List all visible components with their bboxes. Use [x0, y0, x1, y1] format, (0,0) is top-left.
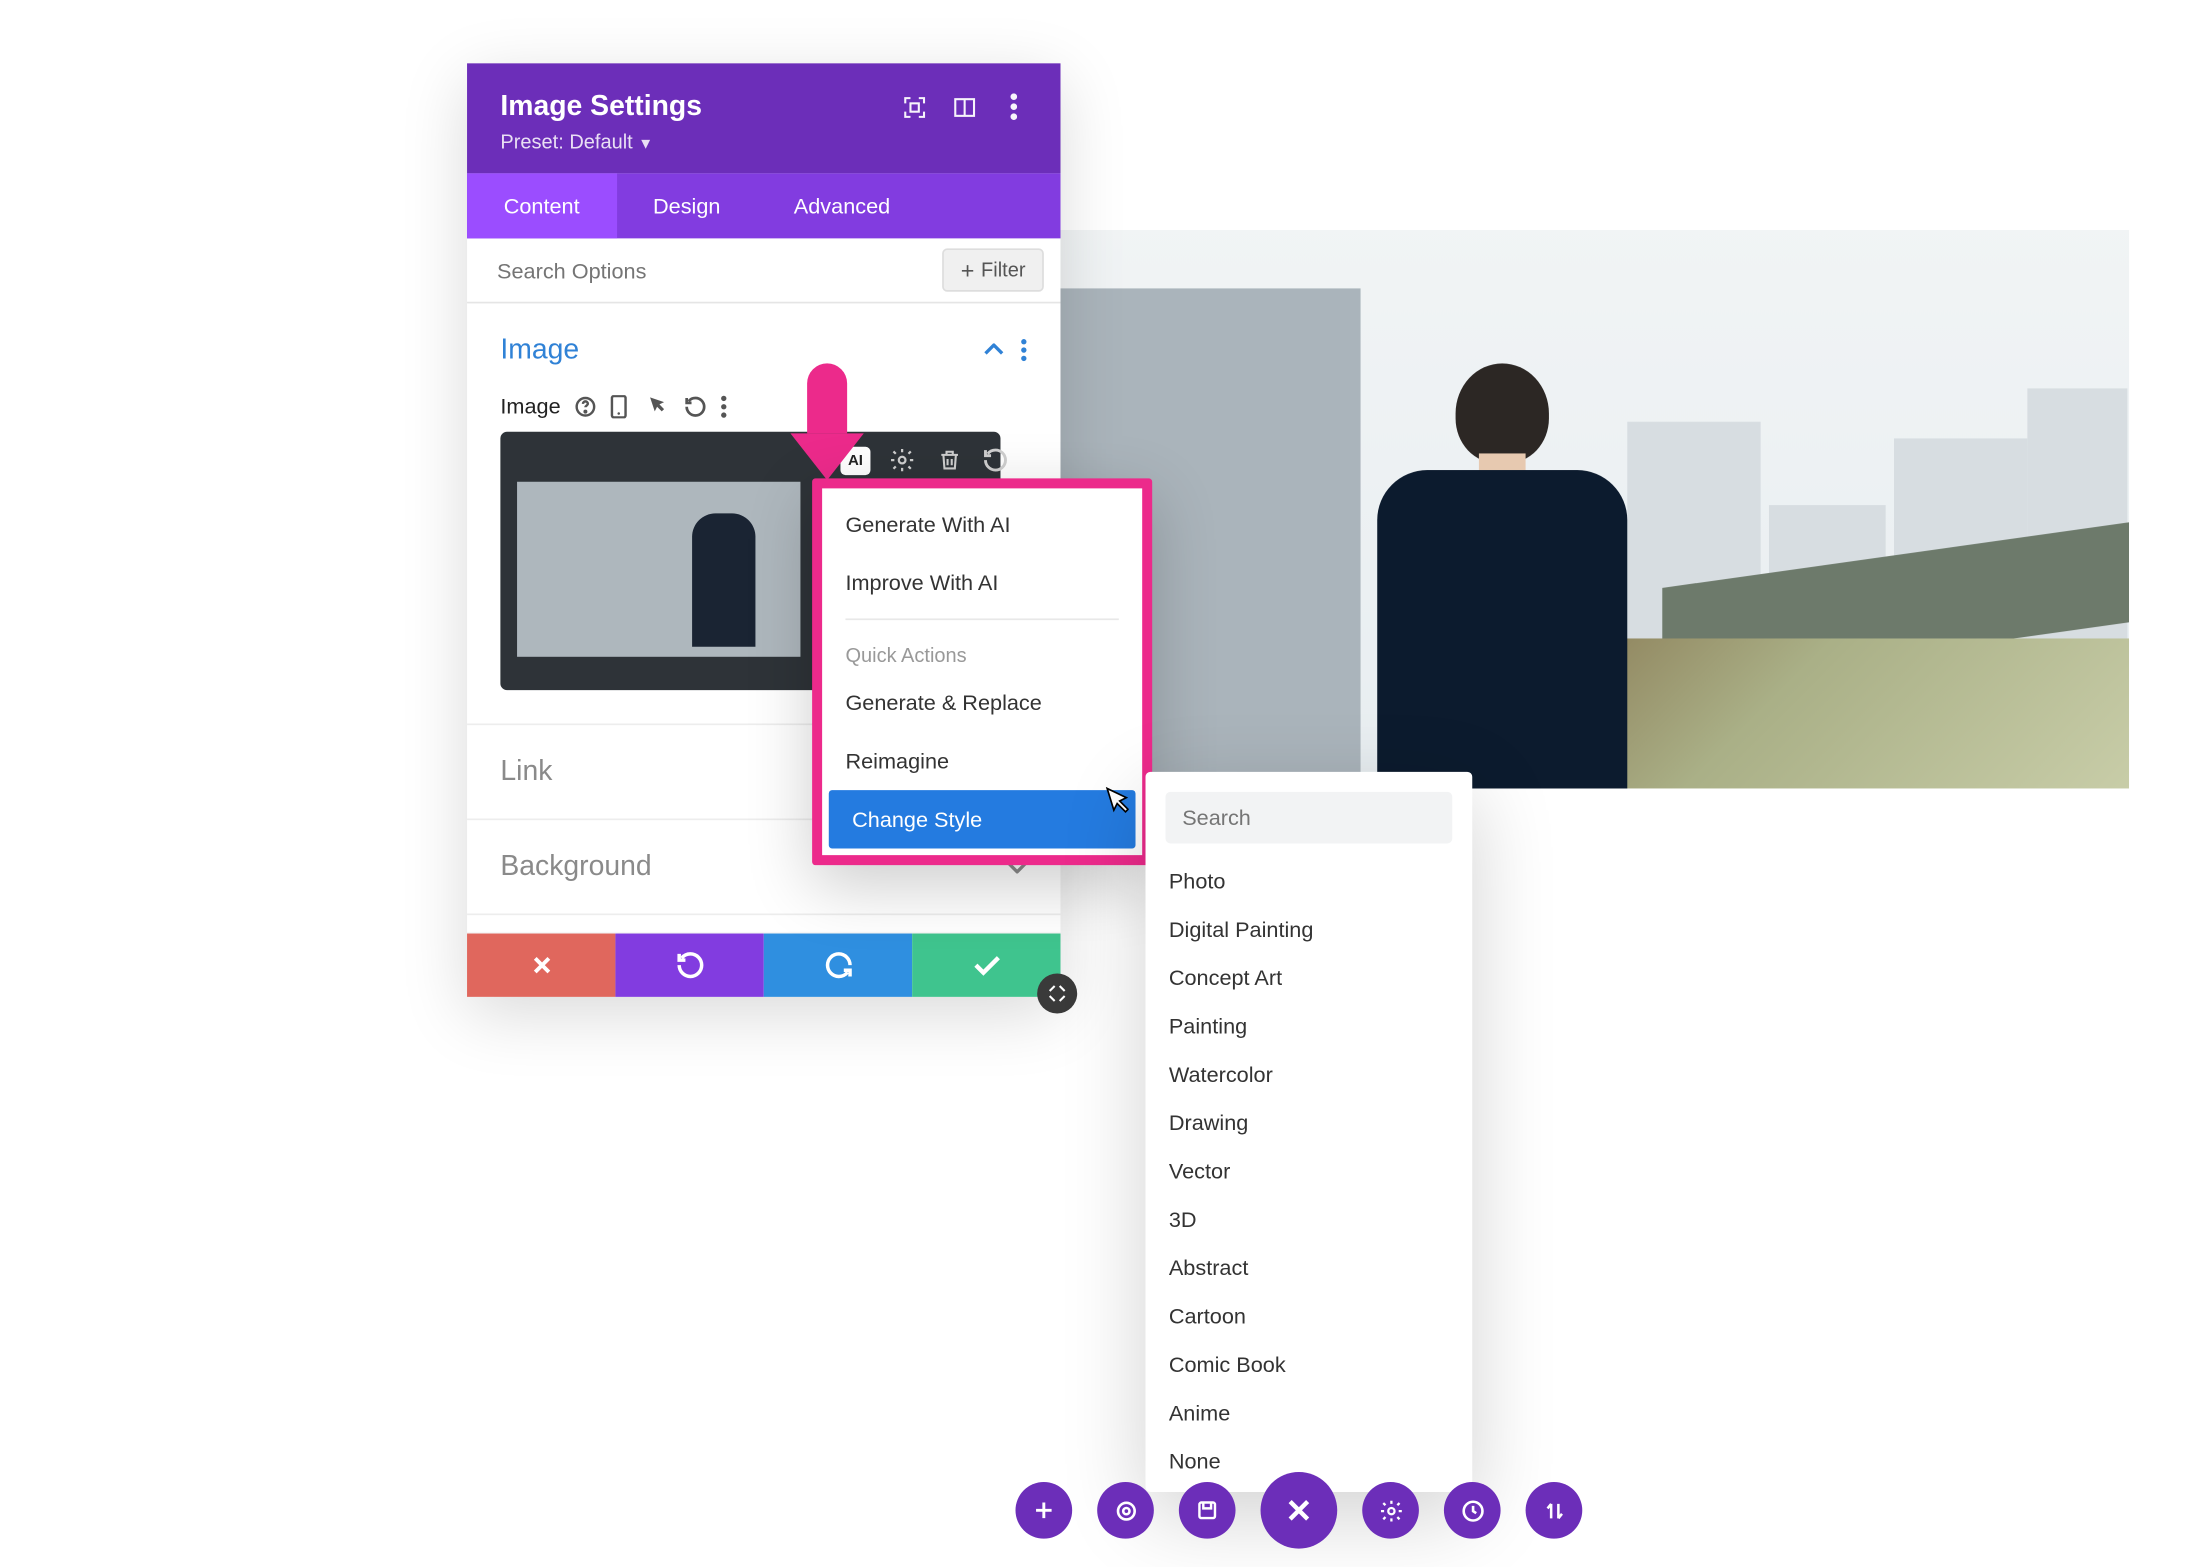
- style-option[interactable]: Watercolor: [1146, 1050, 1473, 1098]
- portability-button[interactable]: [1526, 1482, 1583, 1539]
- preset-label[interactable]: Preset: Default ▼: [500, 130, 1027, 153]
- menu-change-style[interactable]: Change Style: [829, 790, 1136, 848]
- close-builder-button[interactable]: [1261, 1472, 1338, 1549]
- style-option[interactable]: Digital Painting: [1146, 905, 1473, 953]
- section-admin-label[interactable]: Admin Label: [467, 915, 1060, 933]
- hover-icon[interactable]: [647, 394, 670, 417]
- columns-icon[interactable]: [950, 93, 977, 120]
- style-option[interactable]: Painting: [1146, 1002, 1473, 1050]
- style-option[interactable]: Anime: [1146, 1389, 1473, 1437]
- page-hero-image: [1060, 230, 2129, 788]
- gear-icon[interactable]: [887, 445, 917, 475]
- menu-quick-actions-header: Quick Actions: [822, 627, 1142, 674]
- section-background-title: Background: [500, 850, 651, 883]
- cursor-icon: [1106, 787, 1129, 817]
- style-option[interactable]: Abstract: [1146, 1244, 1473, 1292]
- search-input[interactable]: [467, 239, 942, 301]
- image-field-label: Image: [500, 393, 560, 418]
- field-kebab-icon[interactable]: [721, 394, 744, 417]
- cancel-button[interactable]: [467, 934, 615, 997]
- style-option[interactable]: Drawing: [1146, 1099, 1473, 1147]
- panel-footer: [467, 934, 1060, 997]
- panel-title: Image Settings: [500, 90, 900, 123]
- trash-icon[interactable]: [934, 445, 964, 475]
- builder-bottom-toolbar: [1015, 1472, 1582, 1549]
- undo-button[interactable]: [615, 934, 763, 997]
- tab-advanced[interactable]: Advanced: [757, 173, 927, 238]
- panel-header: Image Settings Preset: Default ▼: [467, 63, 1060, 173]
- menu-improve-ai[interactable]: Improve With AI: [822, 553, 1142, 611]
- style-dropdown: Photo Digital Painting Concept Art Paint…: [1146, 772, 1473, 1492]
- style-search-input[interactable]: [1166, 792, 1453, 844]
- device-icon[interactable]: [611, 394, 634, 417]
- panel-tabs: Content Design Advanced: [467, 173, 1060, 238]
- menu-generate-replace[interactable]: Generate & Replace: [822, 673, 1142, 731]
- style-option[interactable]: Concept Art: [1146, 954, 1473, 1002]
- callout-arrow-icon: [807, 363, 864, 480]
- style-option[interactable]: Vector: [1146, 1147, 1473, 1195]
- undo-mini-icon[interactable]: [684, 394, 707, 417]
- save-page-button[interactable]: [1179, 1482, 1236, 1539]
- ai-actions-menu: Generate With AI Improve With AI Quick A…: [812, 478, 1152, 865]
- menu-reimagine[interactable]: Reimagine: [822, 732, 1142, 790]
- add-button[interactable]: [1015, 1482, 1072, 1539]
- section-kebab-icon[interactable]: [1020, 338, 1027, 361]
- kebab-icon[interactable]: [1000, 93, 1027, 120]
- filter-button[interactable]: +Filter: [942, 248, 1043, 291]
- style-option[interactable]: Cartoon: [1146, 1292, 1473, 1340]
- section-link-title: Link: [500, 755, 552, 788]
- style-option[interactable]: 3D: [1146, 1195, 1473, 1243]
- collapse-icon[interactable]: [984, 343, 1004, 356]
- style-option[interactable]: Photo: [1146, 857, 1473, 905]
- history-button[interactable]: [1444, 1482, 1501, 1539]
- help-icon[interactable]: [574, 394, 597, 417]
- revert-icon[interactable]: [980, 445, 1010, 475]
- tab-design[interactable]: Design: [616, 173, 757, 238]
- page-settings-button[interactable]: [1362, 1482, 1419, 1539]
- tab-content[interactable]: Content: [467, 173, 616, 238]
- wireframe-button[interactable]: [1097, 1482, 1154, 1539]
- style-option[interactable]: Comic Book: [1146, 1340, 1473, 1388]
- redo-button[interactable]: [764, 934, 912, 997]
- section-image-title[interactable]: Image: [500, 333, 579, 366]
- section-admin-title: Admin Label: [500, 932, 658, 934]
- resize-handle-icon[interactable]: [1037, 974, 1077, 1014]
- snap-icon[interactable]: [900, 93, 927, 120]
- menu-generate-ai[interactable]: Generate With AI: [822, 495, 1142, 553]
- search-bar: +Filter: [467, 238, 1060, 303]
